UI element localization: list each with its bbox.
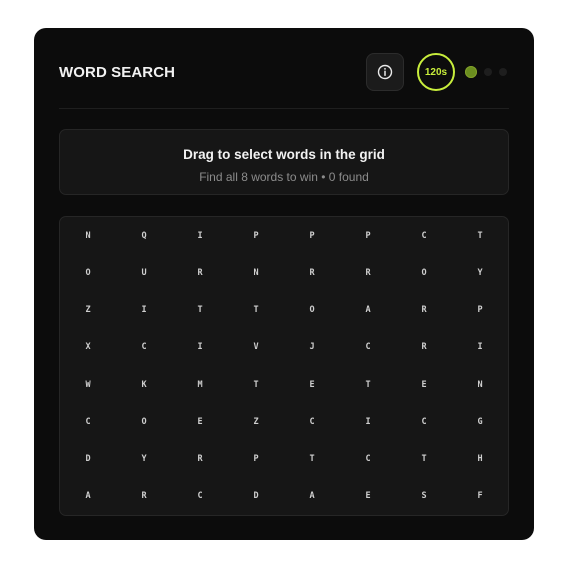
info-button[interactable] bbox=[366, 53, 404, 91]
grid-cell[interactable]: Z bbox=[228, 403, 284, 440]
grid-cell[interactable]: R bbox=[284, 254, 340, 291]
grid-cell[interactable]: C bbox=[396, 403, 452, 440]
grid-cell[interactable]: R bbox=[172, 254, 228, 291]
grid-cell[interactable]: T bbox=[228, 366, 284, 403]
grid-cell[interactable]: T bbox=[284, 441, 340, 478]
grid-cell[interactable]: C bbox=[172, 478, 228, 515]
grid-cell[interactable]: C bbox=[340, 441, 396, 478]
word-grid[interactable]: NQIPPPCTOURNRROYZITTOARPXCIVJCRIWKMTETEN… bbox=[60, 217, 508, 515]
grid-cell[interactable]: I bbox=[340, 403, 396, 440]
grid-cell[interactable]: H bbox=[452, 441, 508, 478]
level-dot-3 bbox=[499, 68, 507, 76]
grid-cell[interactable]: I bbox=[452, 329, 508, 366]
grid-cell[interactable]: I bbox=[172, 329, 228, 366]
info-icon bbox=[377, 64, 393, 80]
instructions-panel: Drag to select words in the grid Find al… bbox=[59, 129, 509, 195]
grid-cell[interactable]: M bbox=[172, 366, 228, 403]
grid-cell[interactable]: D bbox=[228, 478, 284, 515]
instructions-title: Drag to select words in the grid bbox=[183, 147, 385, 162]
grid-cell[interactable]: P bbox=[452, 292, 508, 329]
instructions-subtitle: Find all 8 words to win • 0 found bbox=[199, 170, 369, 184]
grid-cell[interactable]: N bbox=[60, 217, 116, 254]
grid-cell[interactable]: O bbox=[284, 292, 340, 329]
grid-cell[interactable]: P bbox=[284, 217, 340, 254]
grid-cell[interactable]: R bbox=[396, 292, 452, 329]
grid-cell[interactable]: P bbox=[340, 217, 396, 254]
grid-cell[interactable]: G bbox=[452, 403, 508, 440]
grid-cell[interactable]: T bbox=[452, 217, 508, 254]
grid-cell[interactable]: F bbox=[452, 478, 508, 515]
grid-cell[interactable]: K bbox=[116, 366, 172, 403]
grid-cell[interactable]: A bbox=[340, 292, 396, 329]
grid-cell[interactable]: U bbox=[116, 254, 172, 291]
divider bbox=[59, 108, 509, 109]
grid-cell[interactable]: W bbox=[60, 366, 116, 403]
game-title: WORD SEARCH bbox=[59, 64, 176, 81]
grid-cell[interactable]: V bbox=[228, 329, 284, 366]
grid-cell[interactable]: T bbox=[228, 292, 284, 329]
grid-cell[interactable]: A bbox=[60, 478, 116, 515]
grid-cell[interactable]: Q bbox=[116, 217, 172, 254]
grid-cell[interactable]: J bbox=[284, 329, 340, 366]
grid-cell[interactable]: Z bbox=[60, 292, 116, 329]
grid-cell[interactable]: S bbox=[396, 478, 452, 515]
grid-cell[interactable]: C bbox=[396, 217, 452, 254]
game-card: WORD SEARCH 120s Drag to select words in… bbox=[34, 28, 534, 540]
grid-cell[interactable]: P bbox=[228, 441, 284, 478]
grid-cell[interactable]: R bbox=[172, 441, 228, 478]
grid-cell[interactable]: O bbox=[60, 254, 116, 291]
grid-cell[interactable]: R bbox=[340, 254, 396, 291]
grid-cell[interactable]: O bbox=[116, 403, 172, 440]
grid-cell[interactable]: I bbox=[172, 217, 228, 254]
level-dot-1 bbox=[465, 66, 477, 78]
grid-cell[interactable]: C bbox=[340, 329, 396, 366]
grid-cell[interactable]: E bbox=[284, 366, 340, 403]
grid-cell[interactable]: E bbox=[172, 403, 228, 440]
grid-cell[interactable]: X bbox=[60, 329, 116, 366]
grid-cell[interactable]: Y bbox=[116, 441, 172, 478]
level-indicator bbox=[465, 66, 514, 78]
grid-cell[interactable]: E bbox=[396, 366, 452, 403]
grid-cell[interactable]: R bbox=[116, 478, 172, 515]
grid-cell[interactable]: N bbox=[452, 366, 508, 403]
grid-cell[interactable]: D bbox=[60, 441, 116, 478]
grid-cell[interactable]: T bbox=[340, 366, 396, 403]
grid-cell[interactable]: T bbox=[396, 441, 452, 478]
word-grid-panel: NQIPPPCTOURNRROYZITTOARPXCIVJCRIWKMTETEN… bbox=[59, 216, 509, 516]
grid-cell[interactable]: E bbox=[340, 478, 396, 515]
grid-cell[interactable]: C bbox=[116, 329, 172, 366]
grid-cell[interactable]: R bbox=[396, 329, 452, 366]
header: WORD SEARCH 120s bbox=[59, 28, 509, 108]
grid-cell[interactable]: I bbox=[116, 292, 172, 329]
grid-cell[interactable]: T bbox=[172, 292, 228, 329]
grid-cell[interactable]: A bbox=[284, 478, 340, 515]
grid-cell[interactable]: N bbox=[228, 254, 284, 291]
level-dot-2 bbox=[484, 68, 492, 76]
grid-cell[interactable]: O bbox=[396, 254, 452, 291]
grid-cell[interactable]: C bbox=[284, 403, 340, 440]
grid-cell[interactable]: P bbox=[228, 217, 284, 254]
grid-cell[interactable]: C bbox=[60, 403, 116, 440]
timer: 120s bbox=[417, 53, 455, 91]
grid-cell[interactable]: Y bbox=[452, 254, 508, 291]
